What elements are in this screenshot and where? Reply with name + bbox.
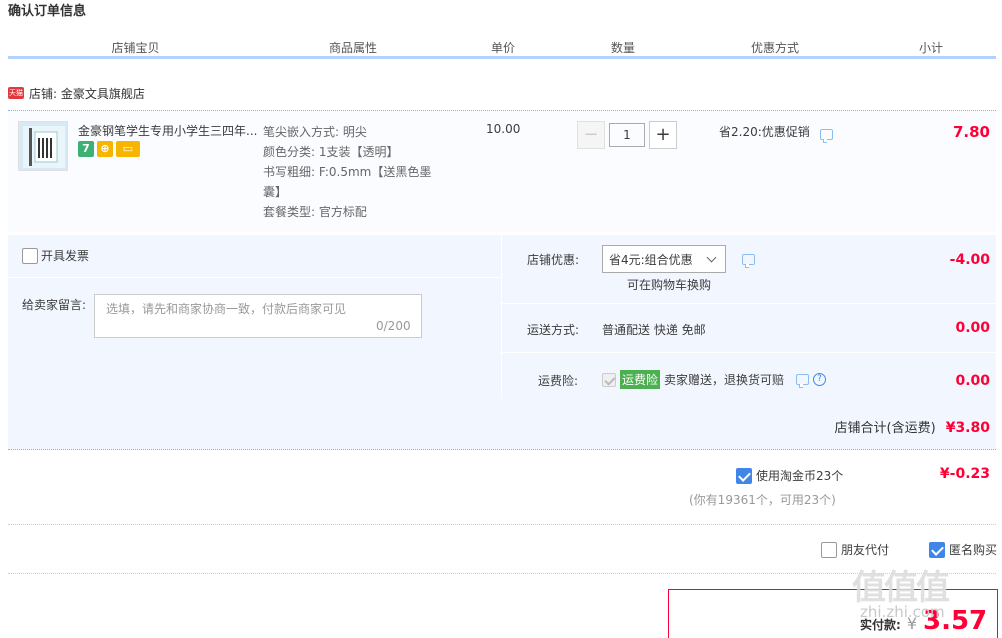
item-promotion: 省2.20:优惠促销	[719, 123, 833, 143]
coins-note: (你有19361个，可用23个)	[689, 493, 836, 507]
tmall-icon: 天猫	[8, 87, 24, 99]
coins-option[interactable]: 使用淘金币23个	[736, 467, 843, 484]
coins-label: 使用淘金币23个	[756, 469, 844, 483]
quantity-minus-button[interactable]: −	[577, 121, 605, 149]
invoice-option[interactable]: 开具发票	[22, 247, 89, 264]
shop-total-label: 店铺合计(含运费)	[834, 421, 936, 436]
table-header: 店铺宝贝 商品属性 单价 数量 优惠方式 小计	[8, 35, 996, 59]
shop-discount-value: 省4元:组合优惠	[609, 252, 693, 267]
shop-row: 天猫 店铺: 金豪文具旗舰店	[8, 84, 145, 102]
attribute-nib: 笔尖嵌入方式: 明尖	[263, 125, 367, 139]
product-title[interactable]: 金豪钢笔学生专用小学生三四年...	[78, 122, 258, 139]
shop-name[interactable]: 店铺: 金豪文具旗舰店	[29, 85, 145, 102]
anonymous-checkbox[interactable]	[929, 541, 945, 558]
shop-discount-amount: -4.00	[949, 252, 990, 268]
unit-price: 10.00	[486, 122, 521, 136]
coins-checkbox[interactable]	[736, 467, 752, 484]
help-icon[interactable]: ?	[813, 373, 827, 386]
attribute-width: 书写粗细: F:0.5mm【送黑色墨	[263, 165, 432, 179]
header-quantity: 数量	[610, 41, 635, 55]
shipping-amount: 0.00	[955, 320, 990, 336]
insurance-option: 运费险 卖家赠送，退换货可赔 ?	[602, 370, 827, 389]
quantity-stepper: − 1 +	[577, 121, 677, 149]
shop-discount-label: 店铺优惠:	[527, 253, 580, 267]
promotion-text: 省2.20:优惠促销	[719, 125, 810, 139]
shipping-label: 运送方式:	[527, 323, 580, 337]
friend-pay-label: 朋友代付	[841, 543, 890, 557]
guarantee-icon: ⊕	[97, 141, 113, 157]
header-item: 店铺宝贝	[111, 41, 160, 55]
insurance-amount: 0.00	[955, 373, 990, 389]
attribute-width-cont: 囊】	[263, 185, 288, 199]
shop-discount-note: 可在购物车换购	[627, 278, 712, 292]
header-discount: 优惠方式	[750, 41, 799, 55]
divider	[502, 352, 996, 353]
shop-total-amount: ¥3.80	[945, 420, 990, 436]
header-unit-price: 单价	[490, 41, 515, 55]
credit-card-icon: ▭	[116, 141, 140, 157]
anonymous-label: 匿名购买	[949, 543, 998, 557]
divider	[8, 524, 996, 525]
coins-amount: ¥-0.23	[939, 466, 990, 482]
message-char-count: 0/200	[376, 319, 411, 333]
insurance-checkbox	[602, 372, 616, 387]
product-thumbnail[interactable]	[18, 121, 68, 171]
seven-day-return-icon: 7	[78, 141, 94, 157]
invoice-checkbox[interactable]	[22, 247, 38, 264]
service-badges: 7 ⊕ ▭	[78, 141, 140, 157]
anonymous-option[interactable]: 匿名购买	[929, 541, 997, 558]
insurance-tag: 运费险	[620, 370, 661, 389]
message-label: 给卖家留言:	[22, 298, 87, 312]
watermark-site: zhi.zhi.com	[860, 603, 945, 621]
quantity-input[interactable]: 1	[609, 123, 645, 147]
shop-total: 店铺合计(含运费) ¥3.80	[835, 417, 990, 436]
divider	[502, 303, 996, 304]
product-attributes: 笔尖嵌入方式: 明尖 颜色分类: 1支装【透明】 书写粗细: F:0.5mm【送…	[263, 122, 443, 222]
attribute-color: 颜色分类: 1支装【透明】	[263, 145, 399, 159]
chat-icon[interactable]	[796, 374, 810, 388]
item-subtotal: 7.80	[952, 123, 990, 141]
shipping-method: 普通配送 快递 免邮	[602, 323, 706, 337]
header-subtotal: 小计	[918, 41, 943, 55]
header-attributes: 商品属性	[328, 41, 377, 55]
quantity-plus-button[interactable]: +	[649, 121, 677, 149]
divider	[8, 573, 996, 574]
insurance-desc: 卖家赠送，退换货可赔	[664, 373, 785, 387]
attribute-package: 套餐类型: 官方标配	[263, 205, 367, 219]
chat-icon[interactable]	[742, 254, 755, 268]
shop-discount-select[interactable]: 省4元:组合优惠	[602, 245, 726, 273]
divider	[8, 277, 501, 278]
message-placeholder: 选填，请先和商家协商一致，付款后商家可见	[106, 302, 347, 316]
page-title: 确认订单信息	[8, 4, 87, 19]
chat-icon[interactable]	[819, 129, 833, 143]
insurance-label: 运费险:	[538, 374, 579, 388]
chevron-down-icon	[706, 252, 717, 262]
watermark-logo: 值值值	[852, 568, 950, 608]
invoice-label: 开具发票	[41, 249, 90, 263]
friend-pay-checkbox[interactable]	[821, 541, 837, 558]
friend-pay-option[interactable]: 朋友代付	[821, 541, 889, 558]
